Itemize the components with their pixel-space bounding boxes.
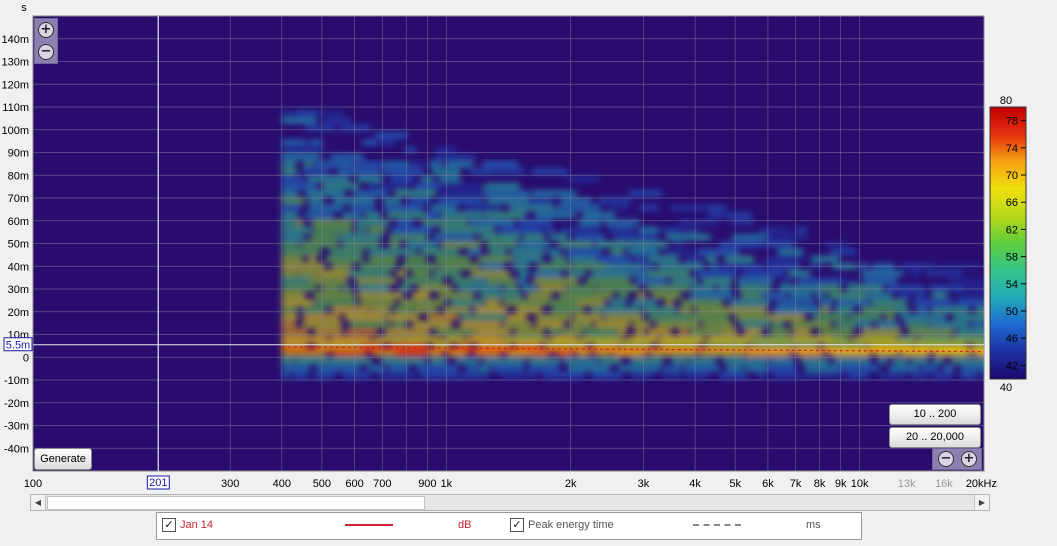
x-tick-label: 10k bbox=[851, 478, 869, 490]
colorbar-tick-label: 58 bbox=[1006, 252, 1018, 264]
x-tick-label: 5k bbox=[729, 478, 741, 490]
colorbar-tick-label: 46 bbox=[1006, 333, 1018, 345]
x-tick-label: 13k bbox=[898, 478, 916, 490]
y-tick-label: 120m bbox=[1, 79, 29, 91]
y-tick-label: 90m bbox=[8, 148, 29, 160]
x-tick-label: 900 bbox=[418, 478, 436, 490]
x-tick-label: 400 bbox=[273, 478, 291, 490]
y-tick-label: 20m bbox=[8, 307, 29, 319]
y-tick-label: -20m bbox=[4, 398, 29, 410]
x-tick-label: 700 bbox=[373, 478, 391, 490]
colorbar-tick-label: 54 bbox=[1006, 279, 1018, 291]
colorbar-tick-label: 62 bbox=[1006, 224, 1018, 236]
horizontal-zoom-box: − + bbox=[932, 448, 982, 470]
legend-bar: ✓ Jan 14 dB ✓ Peak energy time ms bbox=[156, 512, 862, 540]
series-1-label: Jan 14 bbox=[180, 519, 214, 531]
spectrogram-chart: 140m 130m 120m 110m 100m 90m 80m 70m 60m 50m 40m 30… bbox=[1, 2, 1027, 490]
series-1-line-sample bbox=[345, 524, 393, 526]
y-tick-label: 40m bbox=[8, 261, 29, 273]
x-tick-label: 4k bbox=[689, 478, 701, 490]
colorbar-tick-label: 70 bbox=[1006, 170, 1018, 182]
series-1-checkbox[interactable]: ✓ bbox=[162, 518, 176, 532]
y-tick-label: 80m bbox=[8, 170, 29, 182]
x-tick-label: 16k bbox=[935, 478, 953, 490]
x-range-button[interactable]: 20 .. 20,000 bbox=[889, 427, 981, 448]
zoom-out-icon[interactable]: − bbox=[938, 451, 954, 467]
generate-button[interactable]: Generate bbox=[34, 448, 92, 470]
colorbar-tick-label: 42 bbox=[1006, 360, 1018, 372]
y-tick-label: -30m bbox=[4, 421, 29, 433]
y-tick-label: 70m bbox=[8, 193, 29, 205]
x-tick-label: 7k bbox=[790, 478, 802, 490]
y-tick-label: 60m bbox=[8, 216, 29, 228]
horizontal-scrollbar[interactable]: ◀ ▶ bbox=[30, 494, 990, 511]
x-tick-label: 100 bbox=[24, 478, 42, 490]
cursor-x-label: 201 bbox=[149, 477, 167, 489]
x-tick-label: 3k bbox=[638, 478, 650, 490]
colorbar-tick-label: 74 bbox=[1006, 143, 1018, 155]
series-2-line-sample bbox=[693, 524, 741, 526]
x-tick-label: 1k bbox=[440, 478, 452, 490]
colorbar-tick-label: 66 bbox=[1006, 197, 1018, 209]
x-tick-label: 2k bbox=[565, 478, 577, 490]
x-tick-label: 600 bbox=[345, 478, 363, 490]
x-tick-label: 8k bbox=[814, 478, 826, 490]
y-tick-label: 30m bbox=[8, 284, 29, 296]
zoom-in-icon[interactable]: + bbox=[961, 451, 977, 467]
zoom-in-icon[interactable]: + bbox=[38, 22, 54, 38]
scroll-thumb[interactable] bbox=[47, 496, 425, 510]
series-2-checkbox[interactable]: ✓ bbox=[510, 518, 524, 532]
scroll-left-icon[interactable]: ◀ bbox=[31, 495, 46, 510]
y-tick-label: 110m bbox=[2, 102, 29, 114]
colorbar-tick-label: 78 bbox=[1006, 116, 1018, 128]
x-tick-label: 9k bbox=[835, 478, 847, 490]
y-tick-label: -40m bbox=[4, 443, 29, 455]
colorbar-min-label: 40 bbox=[1000, 382, 1012, 394]
y-tick-label: -10m bbox=[4, 375, 29, 387]
x-tick-label: 500 bbox=[313, 478, 331, 490]
vertical-zoom-box: + − bbox=[34, 18, 58, 64]
x-tick-label: 6k bbox=[762, 478, 774, 490]
cursor-y-label: 5.5m bbox=[6, 340, 30, 352]
x-tick-label: 20kHz bbox=[966, 478, 997, 490]
y-axis-label: s bbox=[21, 2, 27, 14]
y-tick-label: 50m bbox=[8, 239, 29, 251]
x-tick-label: 300 bbox=[221, 478, 239, 490]
scroll-right-icon[interactable]: ▶ bbox=[974, 495, 989, 510]
y-tick-label: 100m bbox=[1, 125, 29, 137]
zoom-out-icon[interactable]: − bbox=[38, 44, 54, 60]
y-range-button[interactable]: 10 .. 200 bbox=[889, 404, 981, 425]
colorbar-max-label: 80 bbox=[1000, 95, 1012, 107]
series-1-unit: dB bbox=[458, 519, 472, 531]
colorbar-tick-label: 50 bbox=[1006, 306, 1018, 318]
series-2-label: Peak energy time bbox=[528, 519, 614, 531]
y-tick-label: 130m bbox=[1, 57, 29, 69]
series-2-unit: ms bbox=[806, 519, 821, 531]
y-tick-label: 0 bbox=[23, 352, 29, 364]
y-tick-label: 140m bbox=[1, 34, 29, 46]
